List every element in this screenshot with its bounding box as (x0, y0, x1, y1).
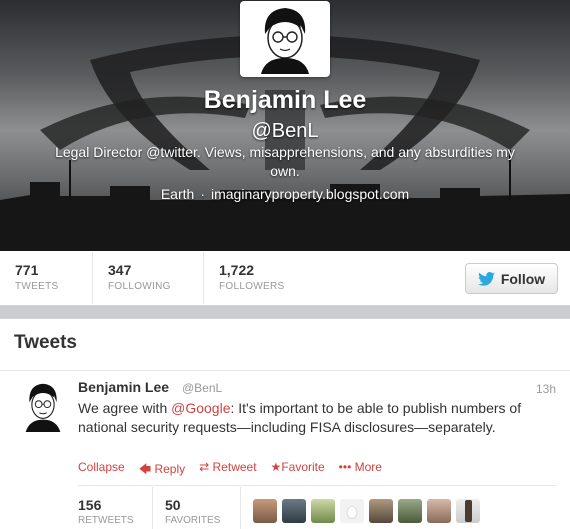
stat-tweets[interactable]: 771 TWEETS (0, 252, 93, 304)
profile-bio: Legal Director @twitter. Views, misappre… (55, 144, 515, 179)
retweet-button[interactable]: ⇄ Retweet (199, 460, 256, 481)
tweet-timestamp[interactable]: 13h (536, 382, 556, 396)
faver-avatar[interactable] (427, 499, 451, 523)
profile-handle: @BenL (251, 120, 319, 142)
divider (78, 485, 556, 486)
reply-button[interactable]: 🡄 Reply (139, 460, 185, 481)
faver-avatar[interactable] (456, 499, 480, 523)
avatar-illustration (243, 4, 327, 74)
divider (152, 487, 153, 529)
retweet-label: Retweet (212, 460, 257, 474)
default-egg-avatar[interactable] (340, 499, 364, 523)
faver-avatar[interactable] (369, 499, 393, 523)
faver-avatar[interactable] (253, 499, 277, 523)
collapse-link[interactable]: Collapse (78, 460, 125, 481)
faver-avatar[interactable] (282, 499, 306, 523)
reply-icon: 🡄 (138, 462, 155, 476)
profile-header-image: Benjamin Lee @BenL Legal Director @twitt… (0, 0, 570, 251)
more-label: More (354, 460, 382, 474)
profile-location: Earth (160, 186, 195, 202)
stat-following[interactable]: 347 FOLLOWING (93, 252, 204, 304)
profile-name: Benjamin Lee (203, 86, 367, 114)
tweet-avatar[interactable] (17, 379, 69, 433)
stat-value: 771 (15, 262, 39, 278)
stat-label: RETWEETS (78, 515, 134, 526)
tweets-heading: Tweets (0, 319, 570, 371)
faver-avatar[interactable] (311, 499, 335, 523)
tweets-module: Tweets Benjamin Lee @BenL 13h We agree w… (0, 318, 570, 529)
meta-separator: · (200, 186, 205, 202)
favorite-label: Favorite (281, 460, 325, 474)
egg-icon (346, 505, 358, 519)
stat-label: TWEETS (15, 281, 59, 292)
tweet-author-name[interactable]: Benjamin Lee (78, 379, 169, 395)
stat-value: 347 (108, 262, 132, 278)
more-button[interactable]: ••• More (339, 460, 382, 481)
profile-card: Benjamin Lee @BenL Legal Director @twitt… (0, 0, 570, 306)
tweet-text: We agree with @Google: It's important to… (78, 399, 556, 437)
tweet-author-handle[interactable]: @BenL (182, 381, 222, 395)
tweet-actions: Collapse 🡄 Reply ⇄ Retweet ★Favorite •••… (78, 460, 382, 481)
profile-url-link[interactable]: imaginaryproperty.blogspot.com (211, 186, 409, 202)
tweet-text-part: We agree with (78, 400, 172, 416)
stat-followers[interactable]: 1,722 FOLLOWERS (204, 252, 324, 304)
profile-avatar[interactable] (240, 1, 330, 77)
retweets-count[interactable]: 156 RETWEETS (78, 497, 134, 526)
favoriters-avatars (253, 499, 480, 523)
stat-value: 50 (165, 497, 181, 513)
stat-label: FOLLOWERS (219, 281, 285, 292)
reply-label: Reply (154, 462, 186, 476)
more-dots-icon: ••• (338, 460, 355, 474)
mention-link[interactable]: @Google (171, 400, 230, 416)
twitter-bird-icon (477, 271, 495, 286)
stat-label: FAVORITES (165, 515, 221, 526)
stat-label: FOLLOWING (108, 281, 171, 292)
stat-value: 156 (78, 497, 102, 513)
avatar-illustration (17, 380, 69, 432)
star-icon: ★ (270, 460, 282, 474)
favorites-count[interactable]: 50 FAVORITES (165, 497, 220, 526)
favorite-button[interactable]: ★Favorite (271, 460, 325, 481)
retweet-icon: ⇄ (199, 460, 213, 474)
divider (240, 487, 241, 529)
stat-value: 1,722 (219, 262, 255, 278)
profile-meta: Earth · imaginaryproperty.blogspot.com (0, 186, 570, 202)
follow-button-label: Follow (500, 270, 546, 287)
faver-avatar[interactable] (398, 499, 422, 523)
follow-button[interactable]: Follow (465, 263, 558, 294)
